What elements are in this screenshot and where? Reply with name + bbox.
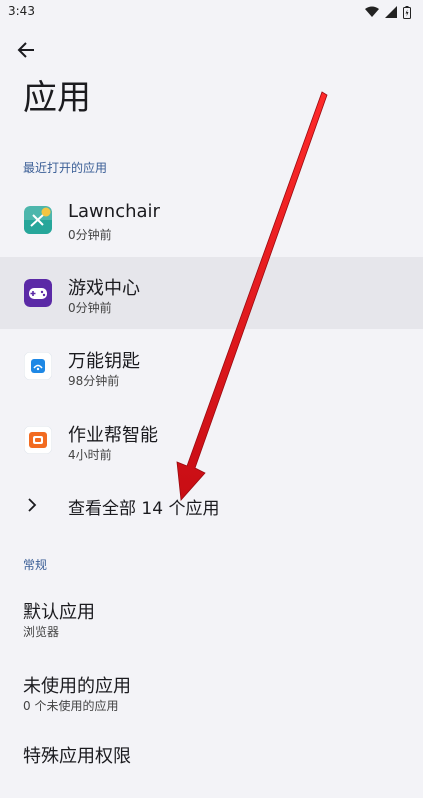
arrow-back-icon [17,42,34,58]
status-bar: 3:43 [0,0,423,26]
app-row-wifi-key[interactable]: 万能钥匙 98分钟前 [0,330,423,402]
signal-icon [385,6,397,18]
app-name: 万能钥匙 [68,351,140,372]
app-row-zuoyebang[interactable]: 作业帮智能 4小时前 [0,404,423,476]
app-name: 游戏中心 [68,278,140,299]
status-time: 3:43 [8,4,35,18]
battery-icon [403,5,411,19]
general-header: 常规 [23,558,48,572]
zuoyebang-icon [24,426,52,454]
app-row-lawnchair[interactable]: Lawnchair 0分钟前 [0,184,423,256]
wifi-key-icon [24,352,52,380]
status-icons [365,4,411,20]
setting-subtitle: 浏览器 [23,625,60,639]
app-last-used: 98分钟前 [68,374,120,388]
page-title: 应用 [23,78,91,118]
app-name: Lawnchair [68,201,160,222]
app-last-used: 0分钟前 [68,228,112,242]
back-button[interactable] [10,36,42,64]
setting-subtitle: 0 个未使用的应用 [23,699,119,713]
setting-title: 默认应用 [23,602,95,623]
setting-title: 未使用的应用 [23,676,131,697]
wifi-icon [365,6,379,17]
app-name: 作业帮智能 [68,425,158,446]
default-apps-item[interactable]: 默认应用 浏览器 [0,590,423,650]
app-row-game-center[interactable]: 游戏中心 0分钟前 [0,257,423,329]
chevron-right-icon [28,498,37,512]
app-last-used: 0分钟前 [68,301,112,315]
see-all-apps-button[interactable]: 查看全部 14 个应用 [0,482,423,530]
unused-apps-item[interactable]: 未使用的应用 0 个未使用的应用 [0,664,423,724]
see-all-apps-label: 查看全部 14 个应用 [68,499,220,519]
app-last-used: 4小时前 [68,448,112,462]
game-center-icon [24,279,52,307]
lawnchair-icon [24,206,52,234]
recent-apps-header: 最近打开的应用 [23,161,108,175]
setting-title: 特殊应用权限 [23,746,131,767]
special-app-access-item[interactable]: 特殊应用权限 [0,738,423,798]
